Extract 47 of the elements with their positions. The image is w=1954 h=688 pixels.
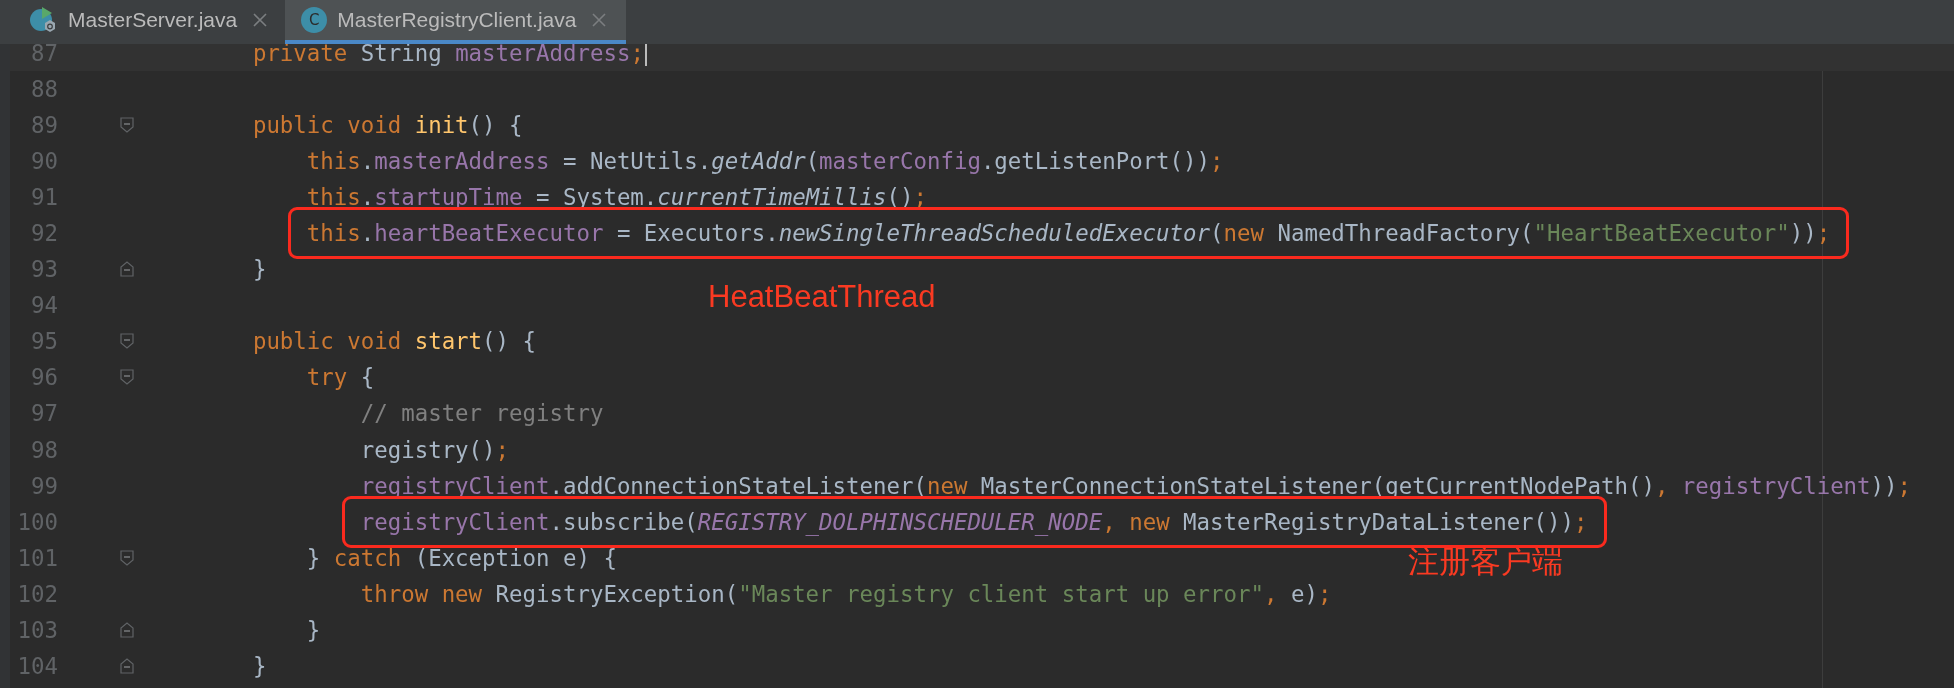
code-line: this.heartBeatExecutor = Executors.newSingleThreadScheduledExecutor(new NamedThreadFactory("HeartBeatExecutor")); [306,220,1831,246]
fold-end-icon[interactable] [119,622,134,639]
fold-collapse-icon[interactable] [119,549,134,566]
line-number: 96 [30,364,58,391]
class-icon: C [301,7,328,33]
line-number: 88 [30,75,58,102]
code-line: throw new RegistryException("Master registry client start up error", e); [360,580,1332,607]
line-number: 99 [30,472,58,499]
fold-end-icon[interactable] [119,658,134,675]
line-number: 100 [16,508,58,535]
annotation-label: HeatBeatThread [708,279,936,316]
line-number: 89 [30,111,58,138]
fold-collapse-icon[interactable] [119,116,134,133]
line-number: 91 [30,183,58,210]
code-line: } [252,256,267,283]
line-number: 93 [30,256,58,283]
fold-collapse-icon[interactable] [119,369,134,386]
editor-tab[interactable]: MasterServer.java [22,0,280,44]
line-number: 92 [30,220,58,246]
code-line: registryClient.subscribe(REGISTRY_DOLPHINSCHEDULER_NODE, new MasterRegistryDataListener()); [360,508,1588,535]
fold-end-icon[interactable] [119,261,134,278]
line-number: 104 [16,653,58,680]
code-line: } [252,653,267,680]
code-line: } catch (Exception e) { [306,544,617,571]
code-line: public void init() { [252,111,523,138]
line-number: 98 [30,436,58,463]
line-number: 102 [16,580,58,607]
fold-collapse-icon[interactable] [119,333,134,350]
close-icon[interactable] [253,13,268,27]
annotation-label: 注册客户端 [1408,542,1563,581]
editor-tab[interactable]: C MasterRegistryClient.java [285,0,627,44]
code-line: private String masterAddress; [252,44,647,66]
line-number: 95 [30,328,58,355]
code-line: registryClient.addConnectionStateListener(new MasterConnectionStateListener(getCurrentNodePath(), registryClient)); [360,472,1912,499]
close-icon[interactable] [592,13,607,27]
run-class-icon [28,5,58,35]
code-line: registry(); [360,436,510,463]
code-line: } [306,617,321,644]
code-line: this.masterAddress = NetUtils.getAddr(masterConfig.getListenPort()); [306,147,1224,174]
code-line: // master registry [360,400,604,427]
line-number: 103 [16,617,58,644]
line-number: 94 [30,292,58,319]
line-number: 90 [30,147,58,174]
code-line: try { [306,364,375,391]
line-number: 101 [16,544,58,571]
line-number: 97 [30,400,58,427]
code-line: public void start() { [252,328,536,355]
